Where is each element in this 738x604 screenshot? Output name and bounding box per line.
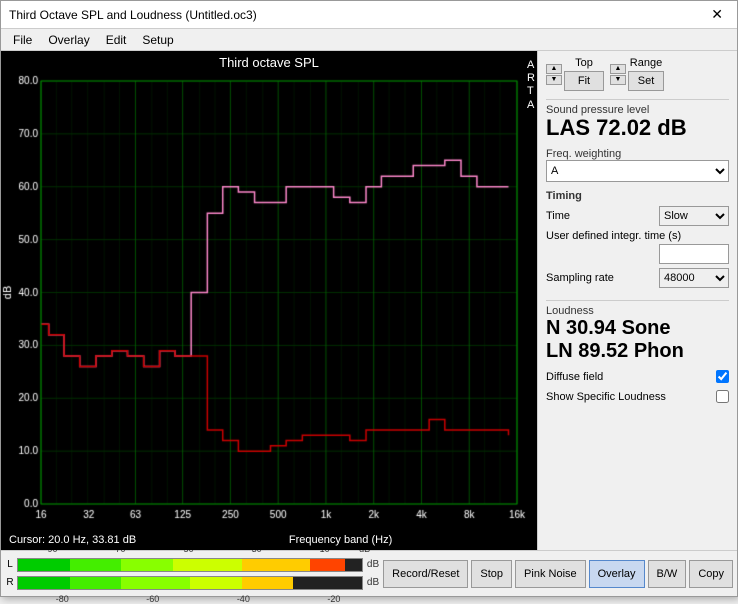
- range-spin-group: ▲ ▼: [610, 64, 626, 85]
- bottom-bar: -90 -70 -50 -30 -10 dB L dB: [1, 550, 737, 596]
- db-label-top: dB: [367, 559, 379, 570]
- copy-button[interactable]: Copy: [689, 560, 733, 588]
- level-bar-l: [17, 558, 363, 572]
- range-spin-up[interactable]: ▲: [610, 64, 626, 74]
- chart-title: Third octave SPL: [1, 51, 537, 72]
- user-integr-label: User defined integr. time (s): [546, 230, 681, 242]
- title-bar: Third Octave SPL and Loudness (Untitled.…: [1, 1, 737, 29]
- level-meter-group: -90 -70 -50 -30 -10 dB L dB: [5, 544, 379, 604]
- channel-r-label: R: [5, 577, 15, 588]
- time-label: Time: [546, 210, 659, 222]
- main-window: Third Octave SPL and Loudness (Untitled.…: [0, 0, 738, 597]
- sampling-rate-row: Sampling rate 44100 48000 96000: [546, 268, 729, 288]
- menu-setup[interactable]: Setup: [134, 31, 181, 48]
- range-spin-down[interactable]: ▼: [610, 75, 626, 85]
- window-title: Third Octave SPL and Loudness (Untitled.…: [9, 8, 257, 22]
- freq-weighting-group: Freq. weighting A B C Z: [546, 144, 729, 182]
- freq-weighting-select[interactable]: A B C Z: [546, 160, 729, 182]
- timing-section: Timing Time Slow Fast Impulse Peak User …: [546, 190, 729, 292]
- show-specific-label: Show Specific Loudness: [546, 391, 666, 403]
- level-labels-bot: -80 -60 -40 -20: [5, 593, 379, 604]
- menu-edit[interactable]: Edit: [98, 31, 135, 48]
- loudness-section: Loudness N 30.94 Sone LN 89.52 Phon: [546, 300, 729, 363]
- show-specific-checkbox[interactable]: [716, 390, 729, 403]
- top-controls: ▲ ▼ Top Fit ▲ ▼ Range Set: [546, 57, 729, 91]
- overlay-button[interactable]: Overlay: [589, 560, 645, 588]
- diffuse-field-row: Diffuse field: [546, 370, 729, 383]
- level-row-r: R dB: [5, 575, 379, 591]
- freq-weighting-label: Freq. weighting: [546, 148, 729, 160]
- time-row: Time Slow Fast Impulse Peak: [546, 206, 729, 226]
- spl-section: Sound pressure level LAS 72.02 dB: [546, 99, 729, 140]
- loudness-header: Loudness: [546, 305, 729, 317]
- menu-overlay[interactable]: Overlay: [40, 31, 97, 48]
- bw-button[interactable]: B/W: [648, 560, 687, 588]
- timing-header: Timing: [546, 190, 729, 202]
- close-button[interactable]: ✕: [705, 4, 729, 25]
- right-panel: ▲ ▼ Top Fit ▲ ▼ Range Set: [537, 51, 737, 550]
- arta-label: ARTA: [527, 59, 535, 112]
- user-integr-row: User defined integr. time (s) 10: [546, 230, 729, 264]
- show-specific-row: Show Specific Loudness: [546, 390, 729, 403]
- top-fit-group: Top Fit: [564, 57, 604, 91]
- top-spin-group: ▲ ▼: [546, 64, 562, 85]
- top-spin-up[interactable]: ▲: [546, 64, 562, 74]
- level-row-l: L dB: [5, 557, 379, 573]
- set-button[interactable]: Set: [628, 71, 664, 91]
- chart-area: Third octave SPL ARTA Cursor: 20.0 Hz, 3…: [1, 51, 537, 550]
- spl-value: LAS 72.02 dB: [546, 116, 729, 140]
- level-bar-r: [17, 576, 363, 590]
- pink-noise-button[interactable]: Pink Noise: [515, 560, 586, 588]
- cursor-info: Cursor: 20.0 Hz, 33.81 dB: [1, 532, 144, 548]
- user-integr-input[interactable]: 10: [659, 244, 729, 264]
- time-select[interactable]: Slow Fast Impulse Peak: [659, 206, 729, 226]
- fit-button[interactable]: Fit: [564, 71, 604, 91]
- main-content: Third octave SPL ARTA Cursor: 20.0 Hz, 3…: [1, 51, 737, 550]
- sampling-rate-label: Sampling rate: [546, 272, 659, 284]
- sampling-rate-select[interactable]: 44100 48000 96000: [659, 268, 729, 288]
- diffuse-field-checkbox[interactable]: [716, 370, 729, 383]
- range-label: Range: [630, 57, 662, 69]
- chart-canvas: [1, 73, 537, 532]
- loudness-ln-value: LN 89.52 Phon: [546, 340, 729, 363]
- loudness-n-value: N 30.94 Sone: [546, 317, 729, 340]
- range-set-group: Range Set: [628, 57, 664, 91]
- top-label: Top: [575, 57, 593, 69]
- stop-button[interactable]: Stop: [471, 560, 512, 588]
- db-label-bot: dB: [367, 577, 379, 588]
- diffuse-field-label: Diffuse field: [546, 371, 603, 383]
- menu-bar: File Overlay Edit Setup: [1, 29, 737, 51]
- record-reset-button[interactable]: Record/Reset: [383, 560, 468, 588]
- bottom-buttons: Record/Reset Stop Pink Noise Overlay B/W…: [383, 560, 733, 588]
- channel-l-label: L: [5, 559, 15, 570]
- freq-band-label: Frequency band (Hz): [144, 532, 537, 548]
- top-spin-down[interactable]: ▼: [546, 75, 562, 85]
- menu-file[interactable]: File: [5, 31, 40, 48]
